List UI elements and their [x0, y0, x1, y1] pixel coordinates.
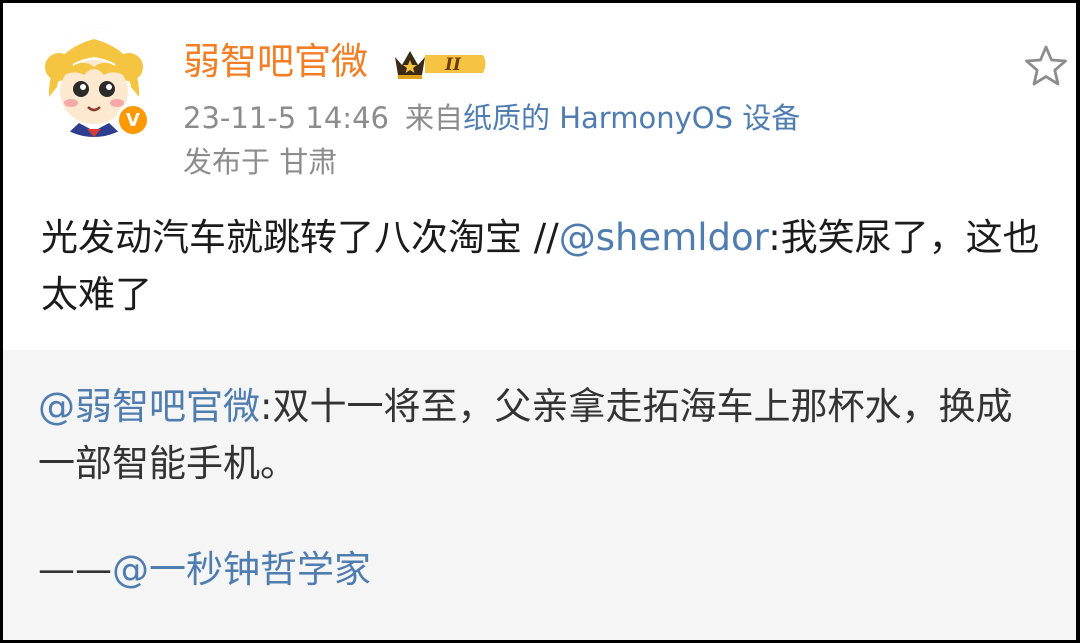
mention-link[interactable]: @shemldor: [559, 216, 769, 259]
credit-mention-link[interactable]: @一秒钟哲学家: [112, 548, 371, 591]
star-outline-icon[interactable]: [1021, 41, 1071, 91]
source-device-link[interactable]: 纸质的 HarmonyOS 设备: [463, 101, 800, 135]
retweet-credit: ——@一秒钟哲学家: [38, 545, 371, 595]
post-body: 光发动汽车就跳转了八次淘宝 //@shemldor:我笑尿了，这也太难了: [41, 209, 1051, 323]
retweet-body: @弱智吧官微:双十一将至，父亲拿走拓海车上那杯水，换成一部智能手机。: [38, 378, 1048, 492]
weibo-post-card: V 弱智吧官微 II 23-11-5 14:46 来自纸质的 HarmonyOS …: [3, 3, 1076, 640]
source-prefix: 来自: [404, 101, 463, 135]
member-level-label: II: [444, 55, 462, 75]
post-text-before: 光发动汽车就跳转了八次淘宝 //: [41, 216, 559, 259]
retweet-author-link[interactable]: @弱智吧官微: [38, 385, 260, 428]
verified-v-icon: V: [116, 103, 150, 137]
author-name[interactable]: 弱智吧官微: [183, 40, 368, 84]
post-time: 23-11-5 14:46: [183, 101, 389, 135]
retweeted-post[interactable]: @弱智吧官微:双十一将至，父亲拿走拓海车上那杯水，换成一部智能手机。 ——@一秒…: [3, 350, 1076, 640]
credit-prefix: ——: [38, 548, 112, 591]
post-location: 发布于 甘肃: [183, 145, 338, 179]
crown-level-badge-icon[interactable]: II: [391, 45, 489, 81]
post-meta: 23-11-5 14:46 来自纸质的 HarmonyOS 设备: [183, 98, 800, 138]
